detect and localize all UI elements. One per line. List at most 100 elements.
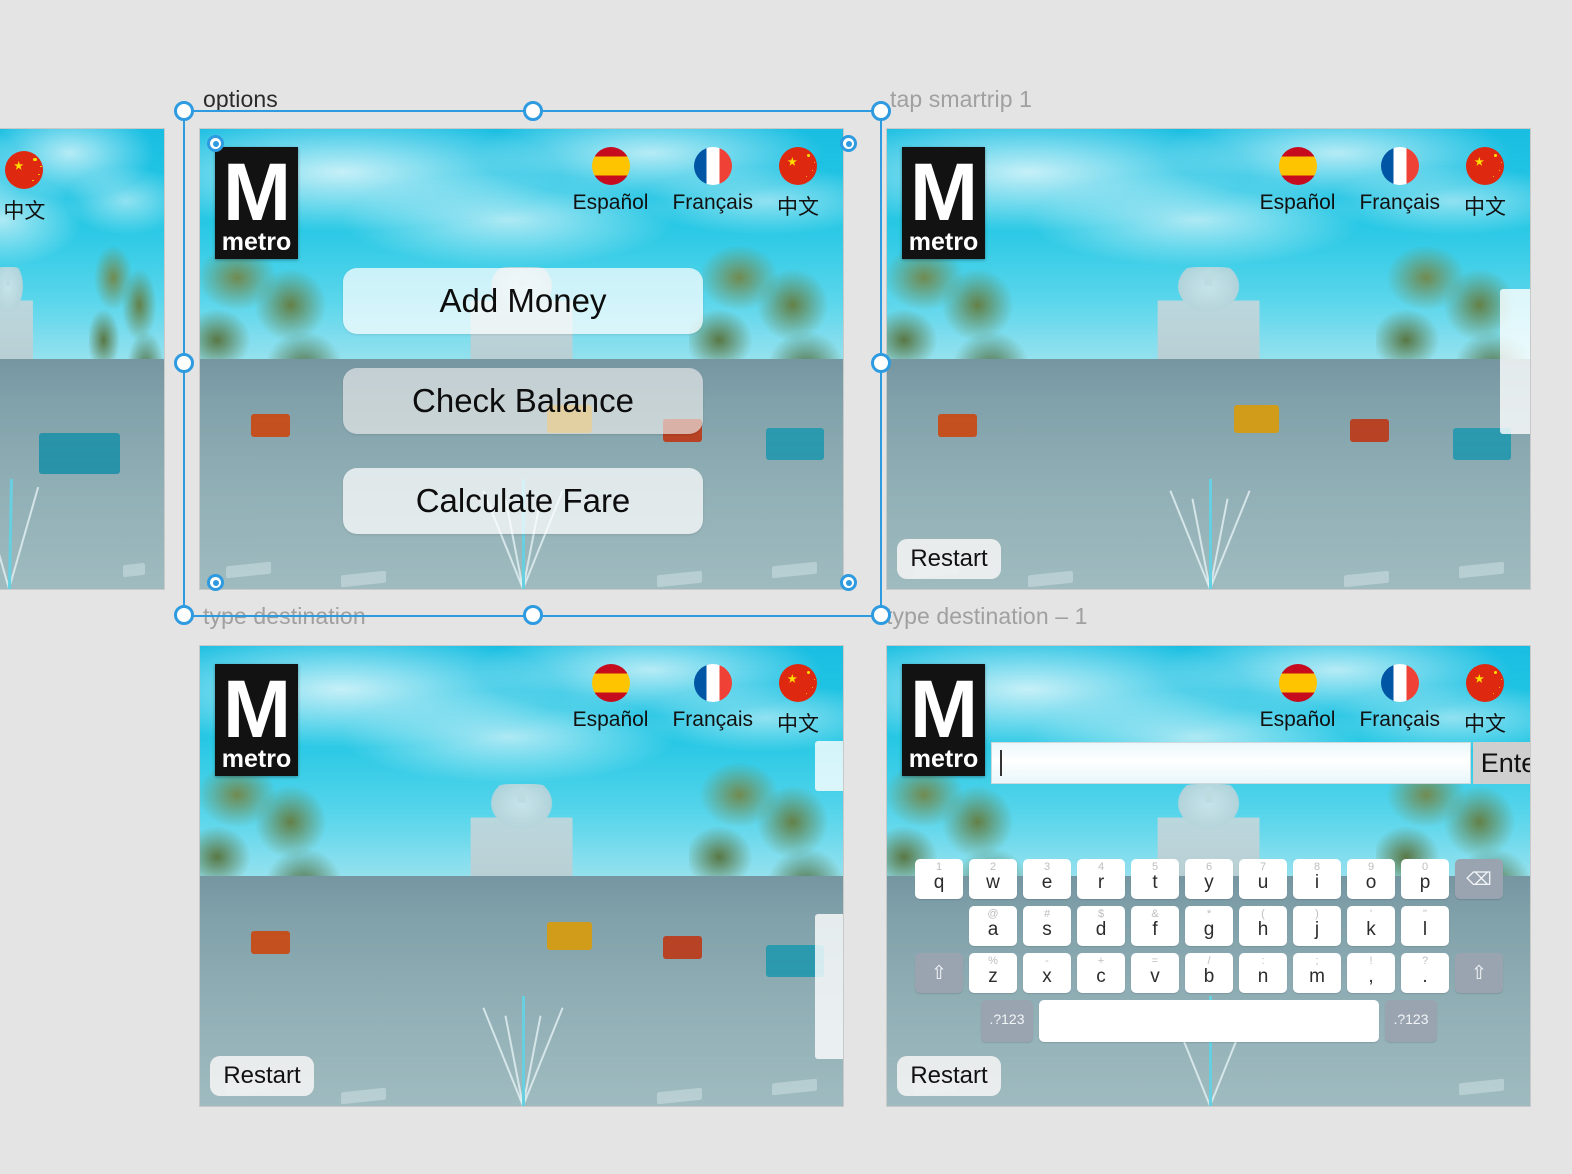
- key-b[interactable]: / b: [1185, 953, 1233, 993]
- frame-label-options[interactable]: options: [203, 86, 278, 113]
- selection-handle-middle-right[interactable]: [871, 353, 891, 373]
- language-option-spanish[interactable]: Español: [1260, 147, 1335, 215]
- language-selector[interactable]: Español Français 中文: [1260, 664, 1506, 738]
- key-c[interactable]: + c: [1077, 953, 1125, 993]
- key-main-label: o: [1365, 872, 1377, 893]
- restart-button[interactable]: Restart: [210, 1056, 314, 1096]
- language-selector[interactable]: Español Français 中文: [573, 664, 819, 738]
- selection-handle-bottom-right[interactable]: [871, 605, 891, 625]
- language-option-french[interactable]: Français: [672, 664, 753, 732]
- key-sub-label: =: [1151, 955, 1159, 967]
- key-w[interactable]: 2w: [969, 859, 1017, 899]
- language-option-french[interactable]: Français: [1359, 664, 1440, 732]
- key-q[interactable]: 1q: [915, 859, 963, 899]
- language-option-chinese[interactable]: 中文: [777, 664, 819, 738]
- backspace-key[interactable]: ⌫: [1455, 859, 1503, 899]
- key-period[interactable]: ?.: [1401, 953, 1449, 993]
- language-option-chinese[interactable]: 中文: [1464, 147, 1506, 221]
- key-s[interactable]: # s: [1023, 906, 1071, 946]
- on-screen-keyboard[interactable]: 1q 2w 3e 4r 5t 6y 7u 8i 9o 0p ⌫ @ a # s $ d…: [899, 859, 1519, 1042]
- check-balance-button[interactable]: Check Balance: [343, 368, 703, 434]
- key-sub-label: ': [1369, 908, 1373, 920]
- key-u[interactable]: 7u: [1239, 859, 1287, 899]
- key-comma[interactable]: !,: [1347, 953, 1395, 993]
- language-option-chinese[interactable]: 中文: [777, 147, 819, 221]
- partial-side-panel-top[interactable]: [815, 741, 843, 791]
- frame-corner-handle-top-left[interactable]: [207, 135, 224, 152]
- key-m[interactable]: ; m: [1293, 953, 1341, 993]
- selection-handle-top-right[interactable]: [871, 101, 891, 121]
- restart-button[interactable]: Restart: [897, 539, 1001, 579]
- key-i[interactable]: 8i: [1293, 859, 1341, 899]
- key-g[interactable]: * g: [1185, 906, 1233, 946]
- key-k[interactable]: ' k: [1347, 906, 1395, 946]
- key-d[interactable]: $ d: [1077, 906, 1125, 946]
- language-option-french[interactable]: Français: [672, 147, 753, 215]
- key-j[interactable]: ) j: [1293, 906, 1341, 946]
- key-e[interactable]: 3e: [1023, 859, 1071, 899]
- key-sub-label: ): [1315, 908, 1319, 920]
- space-key[interactable]: [1039, 1000, 1379, 1042]
- shift-left-key[interactable]: ⇧: [915, 953, 963, 993]
- partial-side-panel[interactable]: [1500, 289, 1530, 434]
- key-v[interactable]: = v: [1131, 953, 1179, 993]
- language-selector[interactable]: Español Français 中文: [573, 147, 819, 221]
- frame-label-type-destination-1[interactable]: type destination – 1: [886, 603, 1087, 630]
- key-p[interactable]: 0p: [1401, 859, 1449, 899]
- key-x[interactable]: -x: [1023, 953, 1071, 993]
- selection-handle-top-center[interactable]: [523, 101, 543, 121]
- language-selector-partial[interactable]: Español Français 中文: [0, 151, 45, 225]
- frame-label-tap-smartrip-1[interactable]: tap smartrip 1: [890, 86, 1032, 113]
- key-main-label: e: [1041, 872, 1053, 893]
- key-h[interactable]: (h: [1239, 906, 1287, 946]
- frame-corner-handle-bottom-right[interactable]: [840, 574, 857, 591]
- artboard-type-destination-1[interactable]: M metro Español Français 中文 Ent 1 q 2 w …: [886, 645, 1531, 1107]
- partial-side-panel-bottom[interactable]: [815, 914, 843, 1059]
- selection-handle-bottom-center[interactable]: [523, 605, 543, 625]
- backspace-icon: ⌫: [1466, 868, 1492, 889]
- calculate-fare-button[interactable]: Calculate Fare: [343, 468, 703, 534]
- language-option-french[interactable]: Français: [1359, 147, 1440, 215]
- artboard-partial-left[interactable]: Español Français 中文: [0, 128, 165, 590]
- language-option-spanish[interactable]: Español: [573, 664, 648, 732]
- artboard-options[interactable]: M metro Español Français 中文 Add Money Ch…: [199, 128, 844, 590]
- frame-corner-handle-top-right[interactable]: [840, 135, 857, 152]
- key-l[interactable]: " l: [1401, 906, 1449, 946]
- language-option-spanish[interactable]: Español: [1260, 664, 1335, 732]
- key-r[interactable]: 4r: [1077, 859, 1125, 899]
- key-z[interactable]: % z: [969, 953, 1017, 993]
- selection-handle-bottom-left[interactable]: [174, 605, 194, 625]
- flag-china-icon: [5, 151, 44, 189]
- symbols-right-key[interactable]: .?123: [1385, 1000, 1437, 1042]
- key-n[interactable]: :n: [1239, 953, 1287, 993]
- language-selector[interactable]: Español Français 中文: [1260, 147, 1506, 221]
- artboard-tap-smartrip-1[interactable]: M metro Español Français 中文 Restart: [886, 128, 1531, 590]
- key-main-label: g: [1203, 919, 1215, 940]
- key-t[interactable]: 5t: [1131, 859, 1179, 899]
- destination-input[interactable]: [991, 742, 1471, 784]
- language-option-chinese[interactable]: 中文: [1464, 664, 1506, 738]
- key-a[interactable]: @ a: [969, 906, 1017, 946]
- symbols-left-key[interactable]: .?123: [981, 1000, 1033, 1042]
- shift-right-key[interactable]: ⇧: [1455, 953, 1503, 993]
- flag-china-icon: [1466, 147, 1504, 185]
- key-y[interactable]: 6y: [1185, 859, 1233, 899]
- metro-logo-letter: M: [222, 146, 291, 238]
- language-option-spanish[interactable]: Español: [573, 147, 648, 215]
- metro-logo: M metro: [215, 664, 298, 776]
- language-label: 中文: [3, 200, 46, 223]
- enter-button[interactable]: Enter: [1473, 742, 1530, 784]
- restart-button[interactable]: Restart: [897, 1056, 1001, 1096]
- key-o[interactable]: 9o: [1347, 859, 1395, 899]
- key-sub-label: 7: [1259, 861, 1267, 873]
- add-money-button[interactable]: Add Money: [343, 268, 703, 334]
- language-label-french: Français: [672, 708, 753, 731]
- frame-corner-handle-bottom-left[interactable]: [207, 574, 224, 591]
- artboard-type-destination[interactable]: M metro Español Français 中文 Restart: [199, 645, 844, 1107]
- language-option[interactable]: 中文: [3, 151, 45, 225]
- selection-handle-middle-left[interactable]: [174, 353, 194, 373]
- key-f[interactable]: & f: [1131, 906, 1179, 946]
- design-canvas[interactable]: Español Français 中文 options: [0, 0, 1572, 1174]
- selection-handle-top-left[interactable]: [174, 101, 194, 121]
- flag-spain-icon: [1278, 664, 1317, 702]
